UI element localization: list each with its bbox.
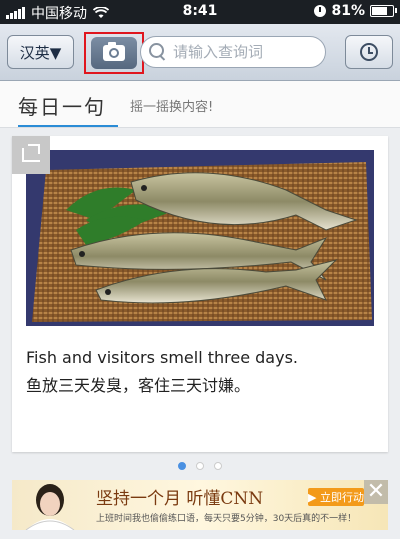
camera-button-highlight[interactable]	[84, 32, 144, 74]
history-button[interactable]	[345, 35, 393, 69]
daily-sentence-card: Fish and visitors smell three days. 鱼放三天…	[12, 136, 388, 452]
search-input[interactable]	[171, 42, 325, 62]
ad-person-image	[25, 484, 75, 530]
battery-percent: 81%	[331, 3, 365, 19]
tab-underline	[18, 125, 118, 127]
camera-icon	[103, 42, 125, 61]
page-dot[interactable]	[214, 462, 222, 470]
search-box[interactable]	[140, 36, 326, 68]
quote-chinese: 鱼放三天发臭，客住三天讨嫌。	[26, 376, 251, 395]
ad-title: 坚持一个月 听懂CNN	[96, 489, 264, 509]
shake-hint: 摇一摇换内容!	[130, 100, 214, 115]
alarm-icon	[314, 5, 327, 17]
tab-daily-sentence[interactable]: 每日一句	[18, 91, 106, 120]
ad-cta-button[interactable]: ▶ 立即行动	[308, 488, 364, 506]
status-bar: 中国移动 8:41 81%	[0, 0, 400, 24]
search-icon	[149, 43, 165, 61]
close-icon[interactable]: ✕	[364, 480, 388, 504]
battery-area: 81%	[314, 3, 397, 19]
fish-illustration	[26, 150, 374, 326]
page-dot[interactable]	[178, 462, 186, 470]
battery-icon	[370, 5, 397, 17]
language-select-button[interactable]: 汉英▼	[7, 35, 74, 69]
top-toolbar: 汉英▼	[0, 24, 400, 81]
share-icon	[22, 144, 40, 162]
clock-icon	[360, 43, 378, 61]
quote-english: Fish and visitors smell three days.	[26, 348, 298, 367]
ad-subtitle: 上班时间我也偷偷练口语，每天只要5分钟，30天后真的不一样！	[96, 514, 357, 524]
ad-banner[interactable]: 坚持一个月 听懂CNN ▶ 立即行动 上班时间我也偷偷练口语，每天只要5分钟，3…	[12, 480, 388, 530]
section-header: 每日一句 摇一摇换内容!	[0, 81, 400, 128]
fish-photo	[26, 150, 374, 326]
page-dot[interactable]	[196, 462, 204, 470]
page-indicator	[0, 462, 400, 470]
share-button[interactable]	[12, 136, 50, 174]
camera-button[interactable]	[91, 37, 137, 69]
